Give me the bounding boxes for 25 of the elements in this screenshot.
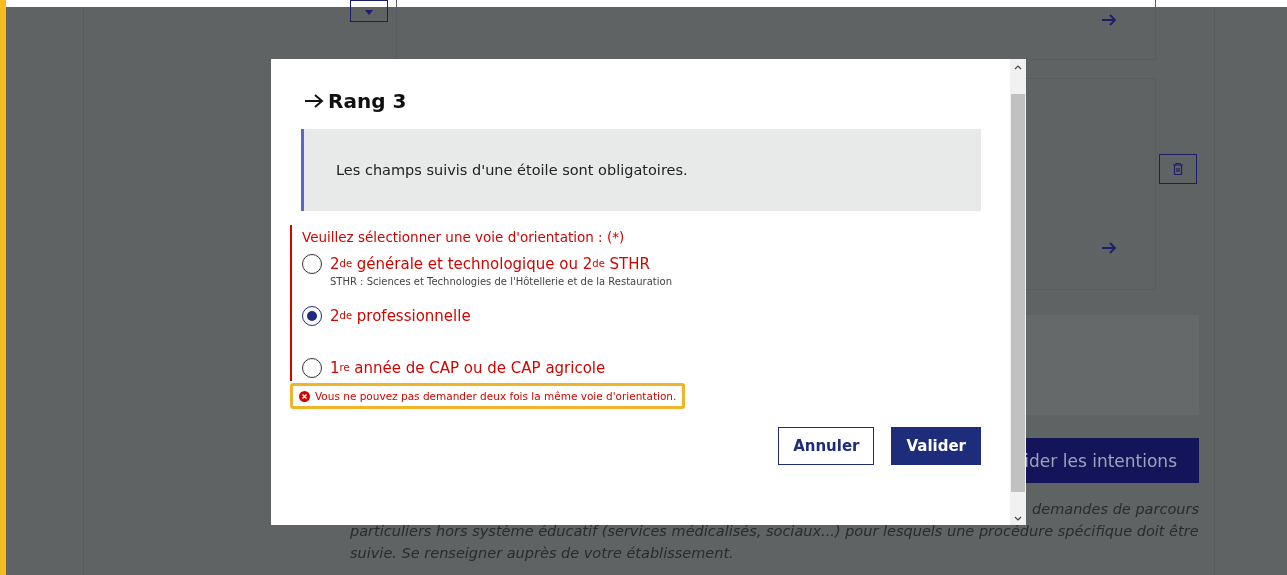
- dropdown-button[interactable]: [350, 0, 388, 22]
- error-text: Vous ne pouvez pas demander deux fois la même voie d'orientation.: [315, 390, 677, 402]
- option-label[interactable]: 2$^{de}$ générale et technologique ou 2$^{de}$ STHR: [330, 253, 672, 275]
- group-legend: Veuillez sélectionner une voie d'orientation : (*): [302, 229, 981, 245]
- scroll-up-icon[interactable]: [1014, 65, 1022, 70]
- note-text: particuliers hors système éducatif (services médicalisés, sociaux...) pour lesquels une procédure spécifique doit être: [350, 522, 1199, 541]
- note-text: suivie. Se renseigner auprès de votre établissement.: [350, 544, 734, 563]
- trash-icon: [1173, 163, 1183, 175]
- note-text: demandes de parcours: [1032, 500, 1199, 519]
- option-hint: STHR : Sciences et Technologies de l'Hôtellerie et de la Restauration: [330, 276, 672, 287]
- dialog-title-text: Rang 3: [328, 89, 407, 113]
- cancel-button[interactable]: Annuler: [778, 427, 875, 465]
- scroll-down-icon[interactable]: [1014, 516, 1022, 521]
- confirm-button[interactable]: Valider: [891, 427, 981, 465]
- arrow-right-icon: [304, 93, 324, 109]
- option-label[interactable]: 1$^{re}$ année de CAP ou de CAP agricole: [330, 357, 606, 379]
- error-icon: [299, 390, 310, 402]
- delete-button[interactable]: [1159, 154, 1197, 184]
- arrow-right-icon[interactable]: [1101, 241, 1117, 255]
- callout-text: Les champs suivis d'une étoile sont obligatoires.: [336, 162, 688, 178]
- scrollbar[interactable]: [1010, 59, 1026, 525]
- scrollbar-thumb[interactable]: [1011, 94, 1025, 492]
- caret-icon: [364, 10, 374, 16]
- arrow-right-icon[interactable]: [1101, 13, 1117, 27]
- option-label[interactable]: 2$^{de}$ professionnelle: [330, 305, 471, 327]
